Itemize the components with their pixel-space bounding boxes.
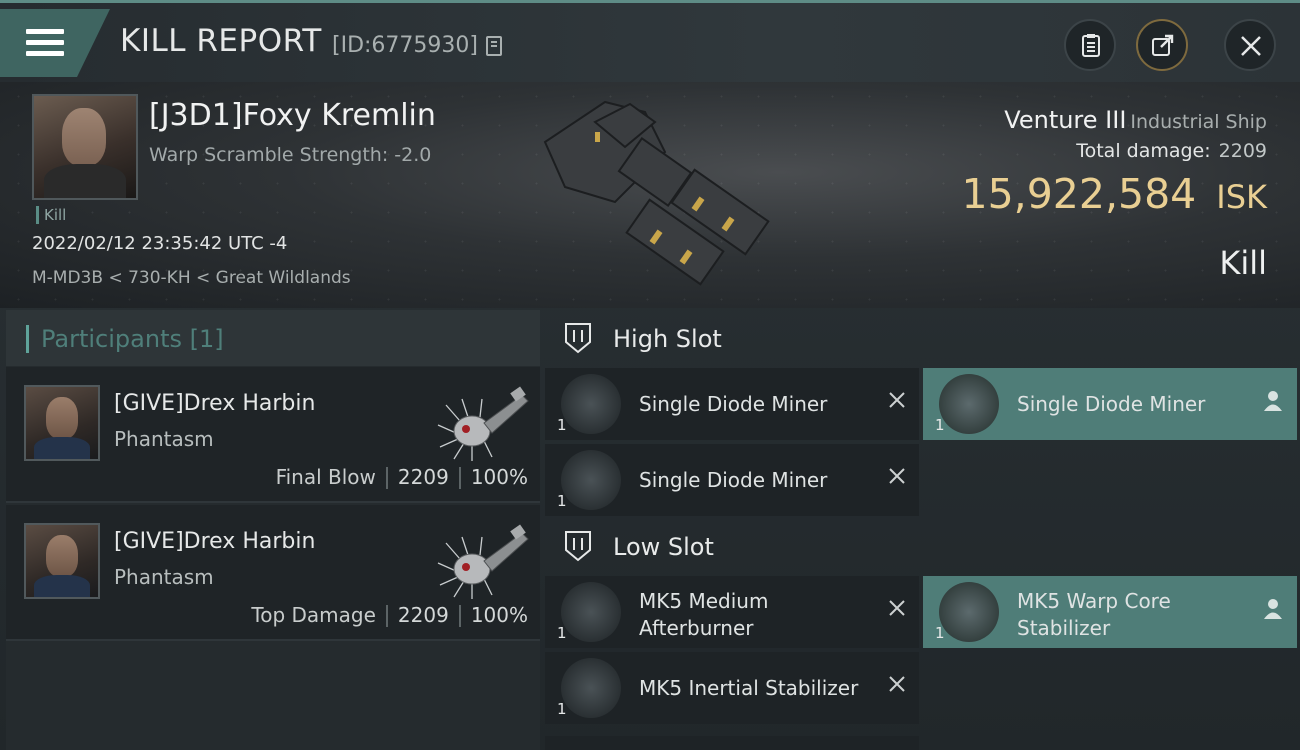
module-quantity: 1	[935, 624, 945, 642]
total-damage-value: 2209	[1218, 140, 1267, 162]
result-label: Kill	[1219, 244, 1267, 282]
participants-panel: Participants [1] [GIVE]Drex Harbin Phant…	[6, 310, 540, 750]
participant-stats: Final Blow 2209 100%	[276, 465, 528, 489]
participant-role: Final Blow	[275, 465, 376, 489]
low-slot-label: Low Slot	[613, 533, 714, 561]
victim-ship-image	[543, 100, 770, 286]
warp-core-stabilizer-icon	[939, 582, 999, 642]
remove-icon	[889, 468, 905, 484]
module-item[interactable]: 1 MK5 Warp Core Stabilizer	[923, 576, 1297, 648]
remove-icon	[889, 600, 905, 616]
participants-title[interactable]: Participants [1]	[26, 325, 224, 353]
low-slot-header: Low Slot	[545, 518, 1300, 574]
isk-value: 15,922,584	[961, 170, 1197, 218]
ship-class: Industrial Ship	[1130, 111, 1267, 133]
module-name: MK5 Medium Afterburner	[639, 589, 769, 640]
person-icon	[1264, 599, 1282, 619]
copy-icon[interactable]	[486, 36, 502, 56]
participant-avatar[interactable]	[24, 385, 100, 461]
clipboard-button[interactable]	[1064, 19, 1116, 71]
fitting-panel: High Slot 1 Single Diode Miner 1 Single …	[545, 310, 1300, 750]
kill-timestamp: 2022/02/12 23:35:42 UTC -4	[32, 233, 288, 254]
afterburner-icon	[561, 582, 621, 642]
module-quantity: 1	[557, 416, 567, 434]
page-title: KILL REPORT	[120, 23, 322, 59]
participant-ship-image	[437, 386, 529, 461]
participant-percent: 100%	[470, 603, 528, 627]
menu-button[interactable]	[0, 9, 110, 77]
module-name: MK5 Inertial Stabilizer	[639, 676, 859, 700]
total-damage-label: Total damage:	[1076, 140, 1211, 162]
close-button[interactable]	[1224, 19, 1276, 71]
module-item[interactable]: 1 Single Diode Miner	[923, 368, 1297, 440]
person-icon	[1264, 391, 1282, 411]
module-quantity: 1	[557, 624, 567, 642]
module-name: Single Diode Miner	[639, 392, 828, 416]
participant-damage: 2209	[397, 603, 449, 627]
module-name: Single Diode Miner	[639, 468, 828, 492]
module-item[interactable]: 1 Single Diode Miner	[545, 444, 919, 516]
participant-role: Top Damage	[251, 603, 376, 627]
participants-header: Participants [1]	[6, 310, 540, 366]
victim-portrait[interactable]	[32, 94, 138, 200]
module-item[interactable]: 1 MK5 Inertial Stabilizer	[545, 652, 919, 724]
participant-card[interactable]: [GIVE]Drex Harbin Phantasm Top Damage 22…	[6, 505, 540, 641]
report-id: [ID:6775930]	[332, 33, 478, 58]
next-section-edge	[545, 736, 919, 750]
high-slot-header: High Slot	[545, 310, 1300, 366]
participant-ship-image	[437, 524, 529, 599]
module-name: MK5 Warp Core Stabilizer	[1017, 589, 1171, 640]
miner-icon	[561, 374, 621, 434]
participant-stats: Top Damage 2209 100%	[251, 603, 528, 627]
kill-tag: Kill	[36, 206, 66, 224]
module-item[interactable]: 1 MK5 Medium Afterburner	[545, 576, 919, 648]
clipboard-icon	[1082, 34, 1100, 57]
victim-subtitle: Warp Scramble Strength: -2.0	[149, 144, 432, 166]
participant-ship: Phantasm	[114, 427, 214, 451]
share-button[interactable]	[1136, 19, 1188, 71]
module-item[interactable]: 1 Single Diode Miner	[545, 368, 919, 440]
ship-name: Venture III	[1004, 106, 1127, 134]
miner-icon	[939, 374, 999, 434]
inertial-stabilizer-icon	[561, 658, 621, 718]
isk-value-row: 15,922,584 ISK	[962, 170, 1267, 218]
participant-percent: 100%	[470, 465, 528, 489]
participant-name: [GIVE]Drex Harbin	[114, 529, 316, 554]
high-slot-label: High Slot	[613, 325, 722, 353]
remove-icon	[889, 676, 905, 692]
participant-damage: 2209	[397, 465, 449, 489]
module-name: Single Diode Miner	[1017, 392, 1206, 416]
close-icon	[1241, 36, 1261, 56]
victim-banner: [J3D1]Foxy Kremlin Warp Scramble Strengt…	[0, 82, 1300, 308]
total-damage: Total damage: 2209	[1076, 140, 1267, 162]
participant-ship: Phantasm	[114, 565, 214, 589]
header-bar: KILL REPORT [ID:6775930]	[0, 0, 1300, 82]
kill-report-window: KILL REPORT [ID:6775930] [J3D1]Foxy Krem…	[0, 0, 1300, 750]
slot-icon	[565, 531, 591, 562]
participant-name: [GIVE]Drex Harbin	[114, 391, 316, 416]
miner-icon	[561, 450, 621, 510]
module-quantity: 1	[935, 416, 945, 434]
victim-name[interactable]: [J3D1]Foxy Kremlin	[149, 98, 436, 133]
module-quantity: 1	[557, 492, 567, 510]
kill-location[interactable]: M-MD3B < 730-KH < Great Wildlands	[32, 268, 351, 288]
remove-icon	[889, 392, 905, 408]
slot-icon	[565, 323, 591, 354]
menu-icon	[26, 29, 64, 62]
participant-card[interactable]: [GIVE]Drex Harbin Phantasm Final Blow 22…	[6, 367, 540, 503]
module-quantity: 1	[557, 700, 567, 718]
victim-ship[interactable]: Venture III Industrial Ship	[1004, 106, 1267, 134]
participant-avatar[interactable]	[24, 523, 100, 599]
share-icon	[1152, 34, 1174, 56]
isk-unit: ISK	[1216, 178, 1267, 216]
